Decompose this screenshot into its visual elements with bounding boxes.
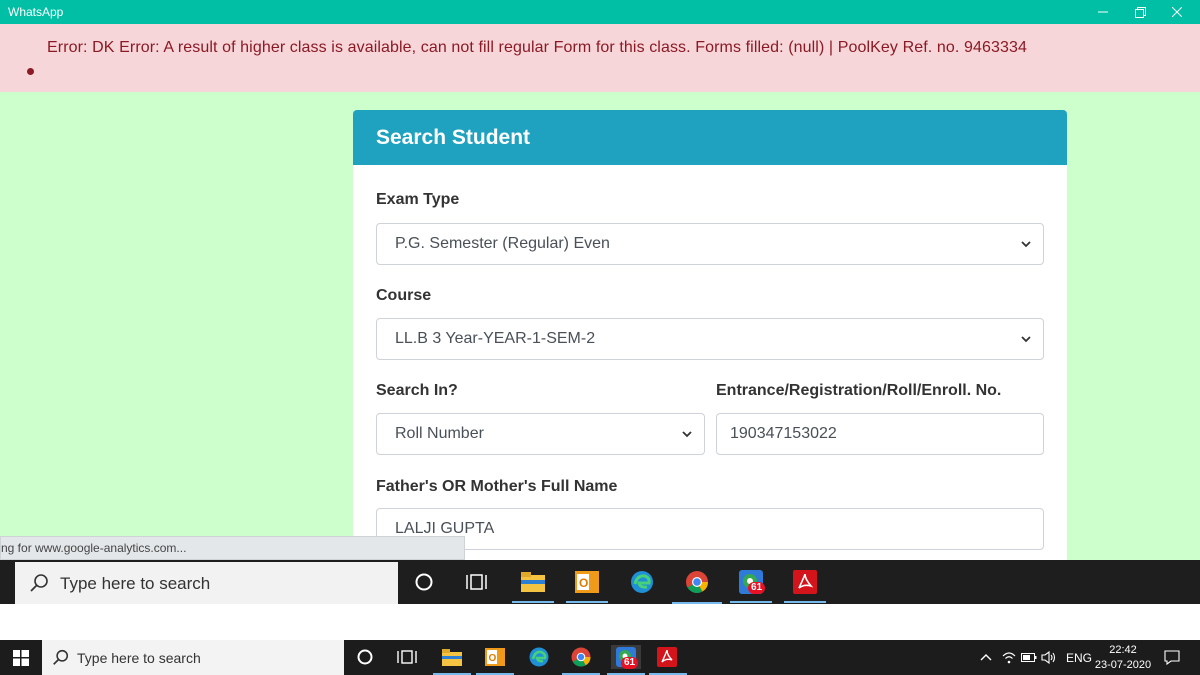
cortana-icon[interactable] — [353, 645, 377, 669]
file-explorer-icon[interactable] — [519, 568, 547, 596]
course-label: Course — [376, 287, 432, 304]
inner-search-box[interactable]: Type here to search — [15, 562, 398, 604]
speaker-icon[interactable] — [1041, 651, 1057, 664]
chrome-icon[interactable] — [683, 568, 711, 596]
outlook-icon[interactable]: O — [483, 645, 507, 669]
bullet-icon — [27, 68, 34, 75]
chevron-down-icon — [682, 431, 692, 438]
search-in-label: Search In? — [376, 382, 458, 399]
taskbar-search-box[interactable]: Type here to search — [42, 640, 344, 675]
chrome-icon[interactable] — [569, 645, 593, 669]
active-indicator — [784, 601, 826, 603]
window-title: WhatsApp — [8, 5, 64, 19]
acrobat-icon[interactable] — [791, 568, 819, 596]
task-view-icon[interactable] — [463, 568, 491, 596]
notification-badge: 61 — [621, 657, 639, 669]
course-value: LL.B 3 Year-YEAR-1-SEM-2 — [395, 330, 596, 347]
exam-type-label: Exam Type — [376, 191, 460, 208]
edge-icon[interactable] — [527, 645, 551, 669]
edge-icon[interactable] — [628, 568, 656, 596]
search-icon — [53, 649, 69, 665]
search-in-value: Roll Number — [395, 425, 484, 442]
svg-text:O: O — [489, 653, 497, 664]
clock[interactable]: 22:42 23-07-2020 — [1094, 643, 1152, 673]
restore-icon — [1134, 6, 1146, 18]
cortana-icon[interactable] — [410, 568, 438, 596]
browser-status-text: ng for www.google-analytics.com... — [0, 536, 465, 560]
file-explorer-icon[interactable] — [440, 645, 464, 669]
start-button[interactable] — [0, 640, 42, 675]
chevron-up-icon[interactable] — [980, 653, 992, 661]
parent-name-label: Father's OR Mother's Full Name — [376, 478, 618, 495]
parent-name-input[interactable]: LALJI GUPTA — [376, 508, 1044, 550]
search-icon — [30, 574, 48, 592]
chevron-down-icon — [1021, 336, 1031, 343]
language-indicator[interactable]: ENG — [1066, 651, 1092, 665]
task-view-icon[interactable] — [395, 645, 419, 669]
windows-taskbar: Type here to search O 61 ENG 22:42 23-07… — [0, 640, 1200, 675]
roll-number-value: 190347153022 — [730, 425, 837, 442]
inner-search-placeholder: Type here to search — [60, 574, 211, 593]
course-select[interactable]: LL.B 3 Year-YEAR-1-SEM-2 — [376, 318, 1044, 360]
notification-badge: 61 — [748, 582, 766, 594]
error-message: Error: DK Error: A result of higher clas… — [47, 39, 1027, 56]
parent-name-value: LALJI GUPTA — [395, 520, 495, 537]
active-indicator — [730, 601, 772, 603]
notification-center-icon[interactable] — [1164, 650, 1180, 665]
close-icon — [1172, 7, 1182, 17]
exam-type-select[interactable]: P.G. Semester (Regular) Even — [376, 223, 1044, 265]
roll-number-label: Entrance/Registration/Roll/Enroll. No. — [716, 382, 1002, 399]
active-indicator — [566, 601, 608, 603]
svg-text:O: O — [579, 576, 588, 590]
whatsapp-footer-area — [0, 604, 1200, 640]
whatsapp-title-bar: WhatsApp — [0, 0, 1200, 24]
chevron-down-icon — [1021, 241, 1031, 248]
acrobat-icon[interactable] — [655, 645, 679, 669]
search-in-select[interactable]: Roll Number — [376, 413, 705, 455]
windows-logo-icon — [13, 649, 29, 666]
roll-number-input[interactable]: 190347153022 — [716, 413, 1044, 455]
inner-taskbar: Type here to search O 61 — [0, 560, 1200, 604]
wifi-icon[interactable] — [1002, 651, 1016, 664]
card-title: Search Student — [376, 126, 531, 149]
battery-icon[interactable] — [1021, 653, 1037, 662]
clock-time: 22:42 — [1109, 644, 1137, 656]
active-indicator — [512, 601, 554, 603]
taskbar-search-placeholder: Type here to search — [77, 650, 201, 666]
search-student-card: Search Student Exam Type P.G. Semester (… — [353, 110, 1067, 560]
exam-type-value: P.G. Semester (Regular) Even — [395, 235, 610, 252]
card-header: Search Student — [353, 110, 1067, 165]
close-button[interactable] — [1154, 0, 1200, 24]
clock-date: 23-07-2020 — [1094, 659, 1152, 671]
outlook-icon[interactable]: O — [573, 568, 601, 596]
minimize-icon — [1098, 11, 1108, 13]
error-alert: Error: DK Error: A result of higher clas… — [0, 24, 1200, 92]
